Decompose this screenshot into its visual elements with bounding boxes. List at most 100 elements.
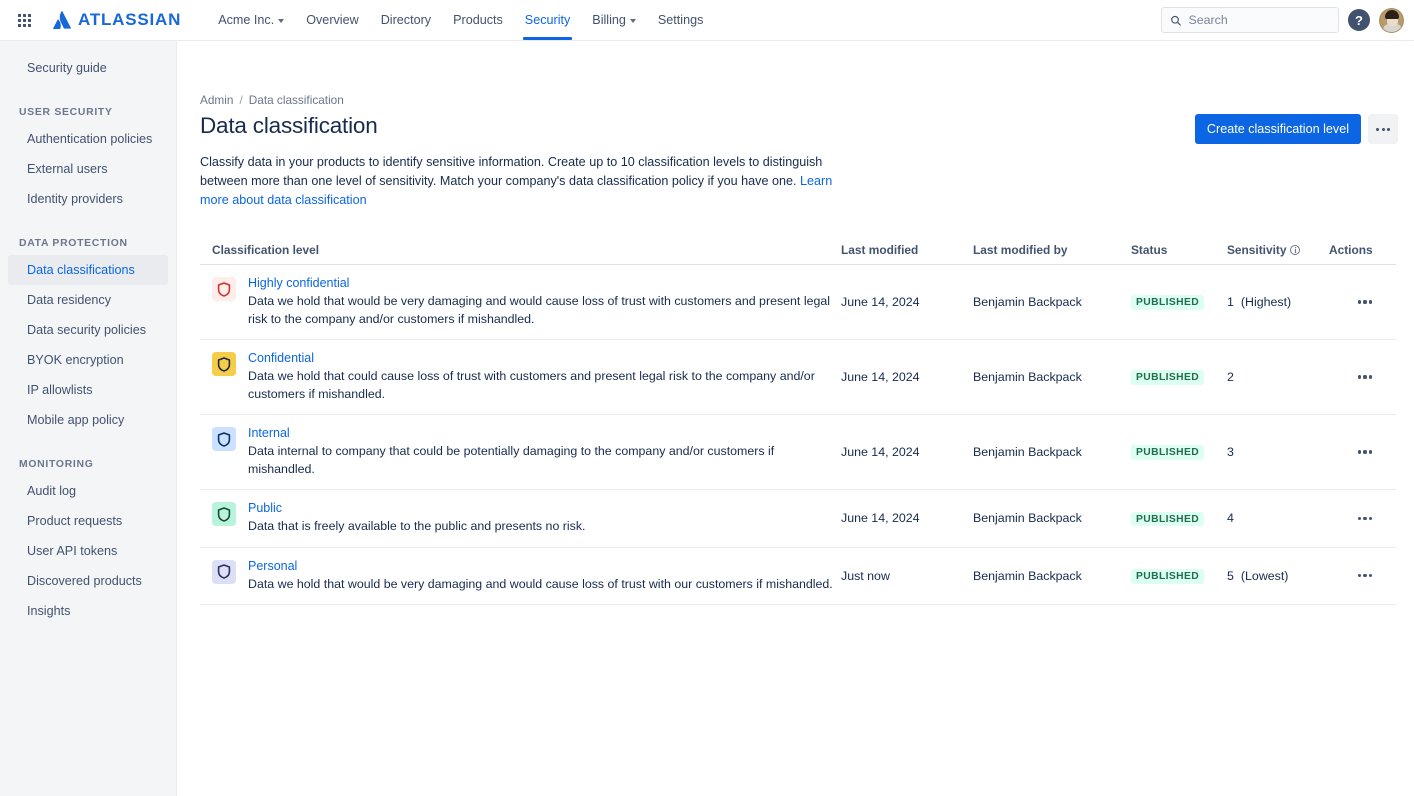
sidebar-item-discovered-products[interactable]: Discovered products [8, 566, 168, 596]
page-more-actions-button[interactable] [1368, 114, 1398, 144]
ellipsis-icon [1363, 375, 1366, 378]
search-input[interactable] [1189, 13, 1331, 27]
ellipsis-icon [1376, 128, 1379, 131]
ellipsis-icon [1358, 375, 1361, 378]
cell-status: PUBLISHED [1127, 435, 1223, 469]
level-text-block: Confidential Data we hold that could cau… [248, 351, 833, 403]
cell-actions [1325, 553, 1396, 599]
sidebar-label: Data residency [27, 293, 111, 307]
classification-level-link[interactable]: Public [248, 501, 282, 515]
row-actions-button[interactable] [1351, 363, 1379, 391]
nav-item-products[interactable]: Products [442, 0, 514, 40]
classification-level-link[interactable]: Highly confidential [248, 276, 349, 290]
sidebar-item-data-security-policies[interactable]: Data security policies [8, 315, 168, 345]
cell-classification-level: Internal Data internal to company that c… [200, 415, 837, 489]
sidebar-label: IP allowlists [27, 383, 93, 397]
sidebar-label: Security guide [27, 61, 107, 75]
classification-level-description: Data we hold that would be very damaging… [248, 293, 833, 328]
row-actions-button[interactable] [1351, 288, 1379, 316]
sensitivity-rank: 3 [1227, 445, 1234, 459]
nav-label-overview: Overview [306, 13, 358, 27]
page-title: Data classification [200, 112, 378, 140]
app-switcher-button[interactable] [8, 4, 40, 36]
sidebar-item-ip-allowlists[interactable]: IP allowlists [8, 375, 168, 405]
cell-actions [1325, 279, 1396, 325]
table-row: Personal Data we hold that would be very… [200, 548, 1396, 606]
cell-sensitivity: 2 [1223, 361, 1325, 393]
breadcrumb-admin[interactable]: Admin [200, 93, 233, 107]
sensitivity-note: (Lowest) [1241, 569, 1289, 583]
cell-last-modified: June 14, 2024 [837, 436, 969, 468]
sidebar-item-product-requests[interactable]: Product requests [8, 506, 168, 536]
sidebar-section-monitoring: MONITORING [0, 459, 176, 470]
cell-sensitivity: 1 (Highest) [1223, 286, 1325, 318]
page-description: Classify data in your products to identi… [200, 153, 858, 210]
nav-item-overview[interactable]: Overview [295, 0, 369, 40]
help-icon-button[interactable]: ? [1348, 9, 1370, 31]
sidebar-label: Mobile app policy [27, 413, 124, 427]
sidebar-item-audit-log[interactable]: Audit log [8, 476, 168, 506]
sidebar-item-authentication-policies[interactable]: Authentication policies [8, 124, 168, 154]
info-icon[interactable]: i [1290, 245, 1300, 255]
ellipsis-icon [1363, 574, 1366, 577]
classification-level-link[interactable]: Confidential [248, 351, 314, 365]
nav-item-security[interactable]: Security [514, 0, 582, 40]
status-badge: PUBLISHED [1131, 512, 1204, 527]
sidebar-label: BYOK encryption [27, 353, 124, 367]
cell-classification-level: Confidential Data we hold that could cau… [200, 340, 837, 414]
sensitivity-value-wrap: 5 (Lowest) [1227, 569, 1321, 583]
global-search[interactable] [1161, 7, 1339, 33]
cell-last-modified-by: Benjamin Backpack [969, 560, 1127, 592]
ellipsis-icon [1387, 128, 1390, 131]
row-actions-button[interactable] [1351, 562, 1379, 590]
nav-label-settings: Settings [658, 13, 704, 27]
nav-org-selector[interactable]: Acme Inc. [207, 0, 295, 40]
level-text-block: Public Data that is freely available to … [248, 501, 586, 536]
status-badge: PUBLISHED [1131, 445, 1204, 460]
sidebar-section-user-security: USER SECURITY [0, 107, 176, 118]
sidebar-label: Audit log [27, 484, 76, 498]
create-classification-level-button[interactable]: Create classification level [1195, 114, 1361, 144]
row-actions-button[interactable] [1351, 438, 1379, 466]
shield-icon [212, 352, 236, 376]
status-badge: PUBLISHED [1131, 295, 1204, 310]
breadcrumb: Admin / Data classification [200, 93, 1398, 107]
sidebar-label: External users [27, 162, 108, 176]
atlassian-logo[interactable]: ATLASSIAN [53, 10, 181, 30]
nav-item-settings[interactable]: Settings [647, 0, 715, 40]
sidebar-item-data-classifications[interactable]: Data classifications [8, 255, 168, 285]
sidebar-item-data-residency[interactable]: Data residency [8, 285, 168, 315]
sidebar-item-insights[interactable]: Insights [8, 596, 168, 626]
sidebar-item-identity-providers[interactable]: Identity providers [8, 184, 168, 214]
top-nav-right-cluster: ? [1161, 7, 1404, 33]
ellipsis-icon [1358, 517, 1361, 520]
top-navigation-bar: ATLASSIAN Acme Inc. Overview Directory P… [0, 0, 1414, 41]
page-header-actions: Create classification level [1195, 114, 1398, 144]
row-actions-button[interactable] [1351, 504, 1379, 532]
sidebar-item-external-users[interactable]: External users [8, 154, 168, 184]
column-header-classification-level: Classification level [200, 243, 837, 257]
cell-last-modified: June 14, 2024 [837, 502, 969, 534]
sidebar-item-mobile-app-policy[interactable]: Mobile app policy [8, 405, 168, 435]
page-layout: Security guide USER SECURITY Authenticat… [0, 41, 1414, 796]
nav-item-directory[interactable]: Directory [370, 0, 442, 40]
sidebar-item-byok-encryption[interactable]: BYOK encryption [8, 345, 168, 375]
classification-level-link[interactable]: Internal [248, 426, 290, 440]
ellipsis-icon [1369, 574, 1372, 577]
status-badge: PUBLISHED [1131, 370, 1204, 385]
sensitivity-rank: 5 [1227, 569, 1234, 583]
sidebar-item-user-api-tokens[interactable]: User API tokens [8, 536, 168, 566]
nav-label-products: Products [453, 13, 503, 27]
nav-item-billing[interactable]: Billing [581, 0, 647, 40]
ellipsis-icon [1358, 300, 1361, 303]
sidebar-item-security-guide[interactable]: Security guide [8, 53, 168, 83]
cell-last-modified-by: Benjamin Backpack [969, 361, 1127, 393]
sidebar-label: Insights [27, 604, 70, 618]
page-description-text: Classify data in your products to identi… [200, 155, 822, 188]
cell-last-modified: June 14, 2024 [837, 286, 969, 318]
classification-level-link[interactable]: Personal [248, 559, 297, 573]
table-row: Internal Data internal to company that c… [200, 415, 1396, 490]
user-avatar[interactable] [1379, 8, 1404, 33]
page-header: Data classification Create classificatio… [200, 112, 1398, 144]
ellipsis-icon [1369, 300, 1372, 303]
